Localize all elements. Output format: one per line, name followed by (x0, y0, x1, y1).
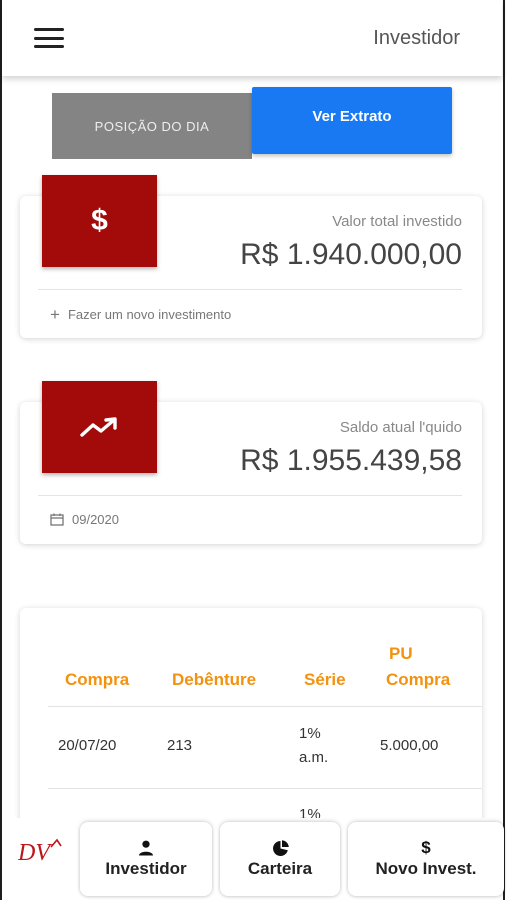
trend-icon-badge (42, 381, 157, 473)
nav-carteira[interactable]: Carteira (220, 822, 340, 896)
row-divider (48, 788, 482, 789)
row-divider (48, 706, 482, 707)
plus-icon: + (50, 305, 60, 324)
column-header-compra: Compra (65, 670, 130, 689)
divider (38, 495, 462, 496)
total-invested-card: $ Valor total investido R$ 1.940.000,00 … (20, 175, 482, 338)
logo-text: DV (18, 840, 52, 866)
frame-edge-right (503, 0, 505, 900)
balance-date-label: 09/2020 (72, 512, 119, 527)
card-label: Saldo atual l'quido (339, 419, 462, 436)
nav-carteira-label: Carteira (247, 859, 313, 878)
new-investment-link[interactable]: + Fazer um novo investimento (50, 306, 231, 323)
column-header-pu-compra: PU Compra (386, 641, 450, 693)
person-icon (139, 840, 153, 856)
cell-serie-line1: 1% (299, 725, 321, 742)
new-investment-label: Fazer um novo investimento (67, 307, 232, 322)
view-tabs: POSIÇÃO DO DIA Ver Extrato (52, 87, 452, 159)
tab-ver-extrato[interactable]: Ver Extrato (252, 87, 452, 154)
trending-up-icon (79, 417, 117, 437)
cell-compra: 20/07/20 (58, 737, 117, 754)
pu-header-line2: Compra (386, 670, 451, 689)
column-header-debenture: Debênture (172, 670, 257, 689)
nav-novo-invest-label: Novo Invest. (375, 859, 477, 878)
divider (38, 289, 462, 290)
card-label: Valor total investido (332, 213, 462, 230)
cell-serie: 1% a.m. (299, 722, 328, 770)
card-value: R$ 1.940.000,00 (240, 238, 462, 271)
balance-date: 09/2020 (50, 512, 119, 527)
cell-pu-compra: 5.000,00 (380, 737, 439, 754)
nav-investidor-label: Investidor (105, 859, 187, 878)
nav-investidor[interactable]: Investidor (80, 822, 212, 896)
card-value: R$ 1.955.439,58 (240, 444, 462, 477)
dollar-icon: $ (421, 838, 431, 857)
dv-logo[interactable]: DV (18, 838, 64, 866)
pie-chart-icon (272, 839, 289, 856)
cell-serie-line2: a.m. (299, 749, 329, 766)
nav-novo-invest[interactable]: $ Novo Invest. (348, 822, 504, 896)
cell-debenture: 213 (167, 737, 193, 754)
column-header-serie: Série (304, 670, 346, 689)
dollar-icon: $ (91, 204, 108, 237)
bottom-navigation: DV Investidor Carteira $ Novo Invest. (2, 818, 504, 900)
pu-header-line1: PU (389, 644, 413, 663)
frame-edge-left (0, 0, 2, 900)
top-app-bar: Investidor (2, 0, 502, 76)
hamburger-menu-icon[interactable] (34, 28, 64, 48)
page-title: Investidor (373, 26, 460, 49)
tab-posicao-do-dia[interactable]: POSIÇÃO DO DIA (52, 93, 252, 159)
net-balance-card: Saldo atual l'quido R$ 1.955.439,58 09/2… (20, 381, 482, 544)
dollar-icon-badge: $ (42, 175, 157, 267)
calendar-icon (50, 513, 64, 526)
